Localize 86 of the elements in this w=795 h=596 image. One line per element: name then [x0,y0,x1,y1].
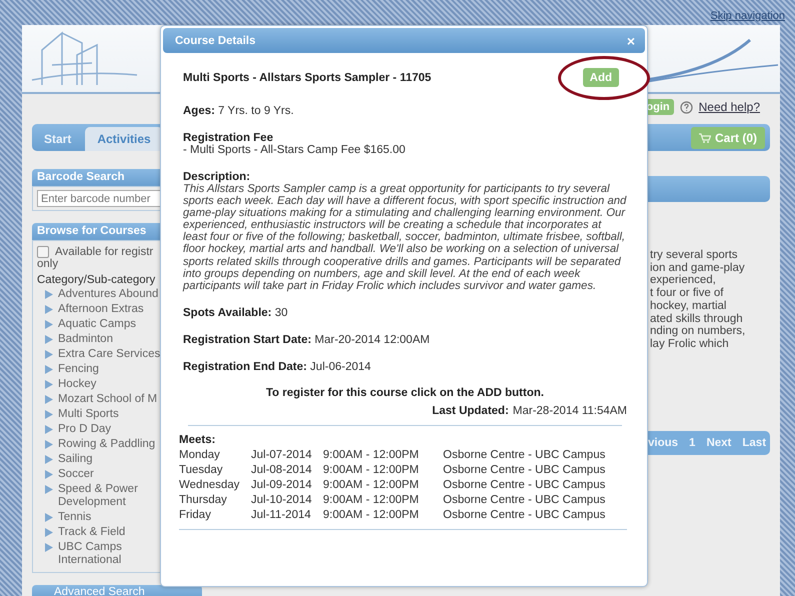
description-text: ion and game-play [650,262,746,274]
nav-tab[interactable]: Activities [85,127,163,151]
ages-value: 7 Yrs. to 9 Yrs. [218,105,294,117]
start-date-value: Mar-20-2014 12:00AM [314,334,430,346]
meet-location: Osborne Centre - UBC Campus [443,478,606,491]
category-link[interactable]: Speed & Power Development [58,483,162,509]
meet-date: Jul-10-2014 [251,494,313,506]
fee-label: Registration Fee [183,132,274,144]
category-link[interactable]: UBC Camps International [58,541,162,567]
caret-icon[interactable] [45,485,53,494]
end-date-label: Registration End Date: [183,360,307,373]
spots-value: 30 [274,306,288,319]
category-link[interactable]: Multi Sports [58,408,119,421]
caret-icon[interactable] [45,410,53,419]
meet-day: Friday [179,508,251,521]
end-date-value: Jul-06-2014 [310,360,371,373]
meet-day: Thursday [179,494,251,506]
meet-date: Jul-11-2014 [251,508,312,521]
fee-value: - Multi Sports - All-Stars Camp Fee $165.00 [183,144,406,156]
ages-label: Ages: [183,105,215,117]
caret-icon[interactable] [45,528,53,537]
close-button[interactable]: × [626,32,635,48]
description-text: ated skills through [650,312,744,326]
category-link[interactable]: Track & Field [58,526,126,539]
meet-time: 9:00AM - 12:00PM [323,464,420,476]
caret-icon[interactable] [45,440,53,449]
category-link[interactable]: Badminton [58,333,113,346]
meet-time: 9:00AM - 12:00PM [323,448,420,461]
category-link[interactable]: Soccer [58,468,94,481]
meet-date: Jul-07-2014 [251,448,313,461]
meet-time: 9:00AM - 12:00PM [323,508,420,521]
caret-icon[interactable] [45,380,53,389]
category-link[interactable]: Mozart School of M [58,393,158,406]
meet-time: 9:00AM - 12:00PM [323,494,420,506]
need-help-link[interactable]: Need help? [698,100,760,114]
meet-date: Jul-08-2014 [251,464,313,476]
dialog-title: Course Details [175,34,256,46]
category-link[interactable]: Afternoon Extras [58,303,144,316]
checkbox-label: Available for registr [55,246,154,258]
category-link[interactable]: Extra Care Services [58,348,160,361]
caret-icon[interactable] [45,455,53,464]
meets-label: Meets: [179,434,216,446]
caret-icon[interactable] [45,395,53,404]
caret-icon[interactable] [45,350,53,359]
meet-day: Wednesday [179,478,251,491]
spots-label: Spots Available: [183,306,272,319]
description-text: t four or five of [650,287,725,300]
caret-icon[interactable] [45,470,53,479]
caret-icon[interactable] [45,290,53,299]
meet-location: Osborne Centre - UBC Campus [443,494,606,506]
cart-icon [698,132,711,142]
meet-day: Monday [179,448,251,461]
meet-date: Jul-09-2014 [251,478,313,491]
caret-icon[interactable] [45,305,53,314]
meet-day: Tuesday [179,464,251,476]
register-note: To register for this course click on the ADD button. [265,386,545,399]
category-link[interactable]: Aquatic Camps [58,318,136,331]
category-link[interactable]: Pro D Day [58,423,112,436]
caret-icon[interactable] [45,543,53,552]
description-text: experienced, [650,274,717,288]
description-text: try several sports [650,249,739,262]
last-updated-label: Last Updated: [432,404,509,417]
meet-location: Osborne Centre - UBC Campus [443,464,606,476]
description-text: lay Frolic which [650,338,730,351]
caret-icon[interactable] [45,335,53,344]
skip-navigation-link[interactable]: Skip navigation [710,4,785,22]
caret-icon[interactable] [45,425,53,434]
caret-icon[interactable] [45,320,53,329]
category-link[interactable]: Sailing [58,453,93,466]
description-text: hockey, martial [650,300,728,313]
meet-location: Osborne Centre - UBC Campus [443,508,606,521]
category-link[interactable]: Hockey [58,378,96,391]
start-date-label: Registration Start Date: [183,334,312,346]
help-icon[interactable] [680,100,693,114]
category-link[interactable]: Rowing & Paddling [58,438,156,451]
meet-location: Osborne Centre - UBC Campus [443,448,606,461]
category-link[interactable]: Tennis [58,511,92,524]
category-link[interactable]: Adventures Abound [58,288,158,301]
course-name: Multi Sports - Allstars Sports Sampler - 11705 [183,72,432,84]
description-text: nding on numbers, [650,325,746,338]
checkbox[interactable] [37,246,49,258]
meet-time: 9:00AM - 12:00PM [323,478,420,491]
last-updated-value: Mar-28-2014 11:54AM [512,404,627,417]
category-link[interactable]: Fencing [58,363,99,376]
caret-icon[interactable] [45,365,53,374]
caret-icon[interactable] [45,513,53,522]
